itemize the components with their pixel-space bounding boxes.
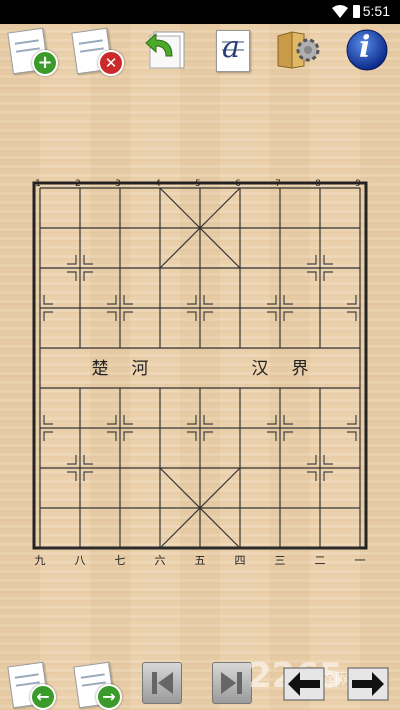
bottom-file-label: 一 xyxy=(355,554,366,567)
river-text: 河 xyxy=(132,359,149,379)
bottom-file-label: 九 xyxy=(35,554,46,567)
top-file-label: 5 xyxy=(195,179,201,189)
folder-gear-icon xyxy=(277,31,320,69)
prev-game-button[interactable]: ← xyxy=(6,661,56,710)
bottom-file-label: 五 xyxy=(195,554,206,567)
bottom-file-label: 八 xyxy=(75,554,86,567)
bottom-file-label: 七 xyxy=(115,554,126,567)
river-text: 界 xyxy=(292,359,309,379)
last-move-button[interactable] xyxy=(212,662,252,704)
bottom-file-label: 三 xyxy=(275,554,286,567)
wifi-icon xyxy=(332,5,348,18)
top-file-label: 1 xyxy=(35,179,41,189)
top-file-label: 4 xyxy=(155,179,161,189)
xiangqi-board[interactable]: 1 2 3 4 5 6 7 8 9 九 八 七 六 五 四 三 二 一 楚 河 汉 界 xyxy=(0,170,400,570)
undo-page-icon xyxy=(145,31,185,69)
undo-page-button[interactable] xyxy=(142,26,190,72)
board-grid: 1 2 3 4 5 6 7 8 9 九 八 七 六 五 四 三 二 一 楚 河 汉 界 xyxy=(32,179,368,567)
next-game-button[interactable]: → xyxy=(72,661,122,710)
top-file-label: 2 xyxy=(75,179,81,189)
top-file-label: 8 xyxy=(315,179,321,189)
bottom-file-label: 六 xyxy=(155,554,166,567)
skip-to-end-icon xyxy=(221,672,242,694)
top-file-label: 7 xyxy=(275,179,281,189)
skip-to-start-icon xyxy=(152,672,173,694)
river-text: 楚 xyxy=(92,359,109,379)
info-button[interactable]: i xyxy=(344,28,392,74)
first-move-button[interactable] xyxy=(142,662,182,704)
undo-move-button[interactable] xyxy=(282,664,326,708)
top-file-label: 9 xyxy=(355,179,361,189)
status-bar: 5:51 xyxy=(0,0,400,24)
info-glyph: i xyxy=(359,30,371,65)
delete-game-button[interactable]: ✕ xyxy=(71,27,124,76)
arrow-right-icon xyxy=(347,667,389,701)
redo-move-button[interactable] xyxy=(344,664,389,708)
font-button[interactable]: a xyxy=(212,28,260,74)
status-time: 5:51 xyxy=(362,3,390,19)
arrow-left-icon xyxy=(283,667,325,701)
battery-icon xyxy=(353,5,360,18)
settings-button[interactable] xyxy=(274,26,322,72)
bottom-file-label: 二 xyxy=(315,554,326,567)
bottom-file-label: 四 xyxy=(235,554,246,567)
top-file-label: 6 xyxy=(235,179,241,189)
new-game-button[interactable]: + xyxy=(7,27,58,76)
river-text: 汉 xyxy=(252,359,269,379)
font-glyph: a xyxy=(222,30,240,65)
top-file-label: 3 xyxy=(115,179,121,189)
